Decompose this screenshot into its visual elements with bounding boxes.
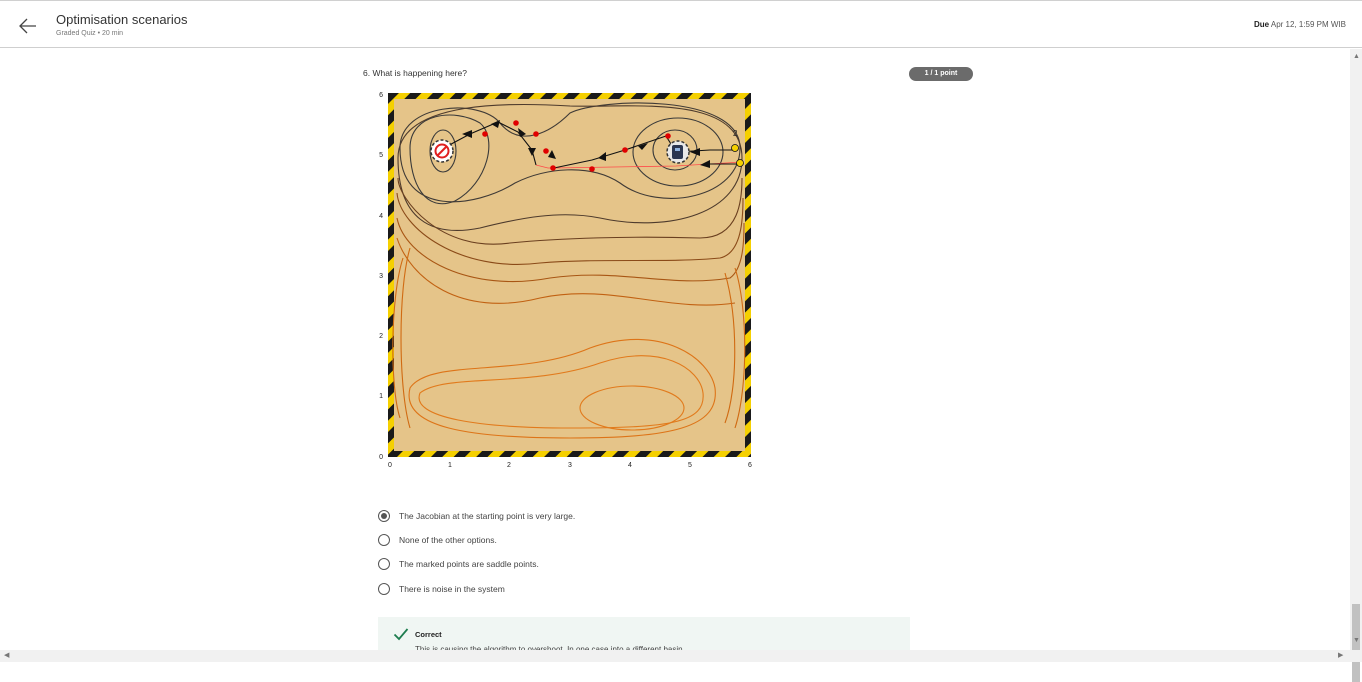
y-tick-label: 6 (379, 92, 383, 99)
x-axis: 0 1 2 3 4 5 6 (388, 462, 752, 469)
contour-figure: 2 0 1 2 3 4 5 6 0 1 2 3 4 5 6 (379, 92, 752, 469)
page-subtitle: Graded Quiz • 20 min (56, 30, 124, 37)
top-bar: Optimisation scenarios Graded Quiz • 20 … (0, 0, 1362, 48)
feedback-status: Correct (415, 630, 442, 639)
scroll-down-arrow-icon[interactable]: ▼ (1353, 635, 1360, 647)
y-tick-label: 2 (379, 333, 383, 340)
x-tick-label: 3 (568, 462, 572, 469)
marker-label: 2 (733, 129, 738, 138)
radio-button[interactable] (378, 558, 390, 570)
x-tick-label: 6 (748, 462, 752, 469)
x-tick-label: 0 (388, 462, 392, 469)
radio-button[interactable] (378, 583, 390, 595)
due-label: Due (1253, 20, 1270, 29)
x-tick-label: 2 (507, 462, 511, 469)
x-tick-label: 1 (448, 462, 452, 469)
scroll-left-arrow-icon[interactable]: ◀ (4, 650, 9, 662)
due-date: Due Apr 12, 1:59 PM WIB (1254, 20, 1346, 29)
vertical-scrollbar[interactable]: ▲ ▼ (1350, 49, 1362, 682)
option-label: The Jacobian at the starting point is ve… (399, 511, 576, 521)
robot-icon (666, 140, 690, 164)
page-title: Optimisation scenarios (56, 12, 188, 27)
y-tick-label: 1 (379, 393, 383, 400)
scroll-up-arrow-icon[interactable]: ▲ (1353, 51, 1360, 63)
due-value: Apr 12, 1:59 PM WIB (1270, 20, 1346, 29)
question-text: 6. What is happening here? (363, 68, 467, 78)
horizontal-scrollbar[interactable]: ◀ ▶ (0, 650, 1362, 662)
back-arrow-icon[interactable] (17, 15, 39, 37)
scroll-right-arrow-icon[interactable]: ▶ (1338, 650, 1343, 662)
y-tick-label: 0 (379, 454, 383, 461)
radio-button-selected[interactable] (378, 510, 390, 522)
y-tick-label: 3 (379, 273, 383, 280)
y-tick-label: 5 (379, 152, 383, 159)
no-entry-icon (430, 139, 454, 163)
option-label: The marked points are saddle points. (399, 559, 539, 569)
option-label: None of the other options. (399, 535, 497, 545)
radio-button[interactable] (378, 534, 390, 546)
y-tick-label: 4 (379, 213, 383, 220)
option-label: There is noise in the system (399, 584, 505, 594)
checkmark-icon (393, 628, 409, 641)
y-axis: 0 1 2 3 4 5 6 (379, 92, 383, 461)
points-badge: 1 / 1 point (909, 67, 973, 81)
x-tick-label: 5 (688, 462, 692, 469)
x-tick-label: 4 (628, 462, 632, 469)
